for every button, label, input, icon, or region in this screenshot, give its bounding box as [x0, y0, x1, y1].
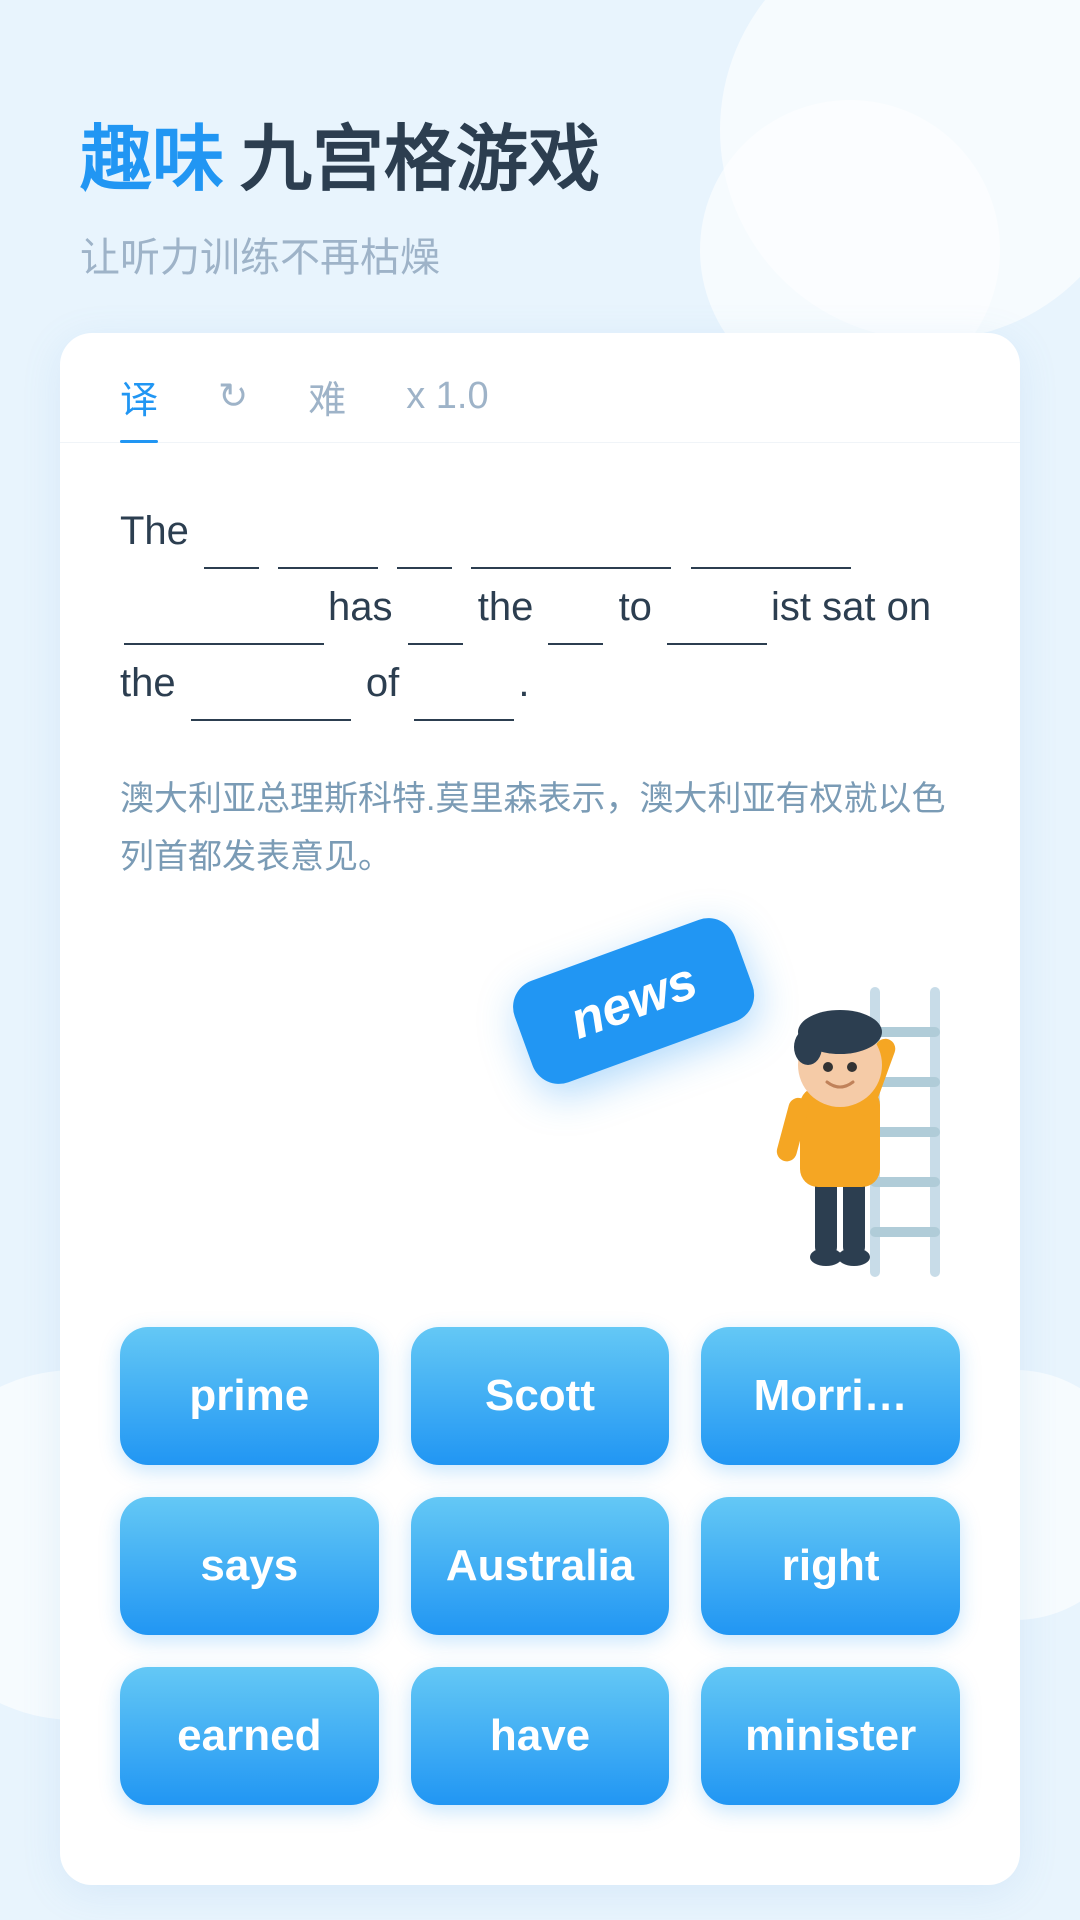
tabs-row: 译 ↻ 难 x 1.0	[60, 333, 1020, 443]
word-btn-australia[interactable]: Australia	[411, 1497, 670, 1635]
title-dark: 九宫格游戏	[240, 100, 600, 205]
word-btn-minister[interactable]: minister	[701, 1667, 960, 1805]
title-blue: 趣味	[80, 100, 224, 205]
blank-5	[691, 567, 851, 569]
blank-6	[124, 643, 324, 645]
word-btn-have[interactable]: have	[411, 1667, 670, 1805]
blank-10	[191, 719, 351, 721]
tab-difficulty[interactable]: 难	[308, 369, 346, 442]
blank-2	[278, 567, 378, 569]
word-grid: prime Scott Morri… says Australia right …	[60, 1267, 1020, 1885]
blank-4	[471, 567, 671, 569]
refresh-icon: ↻	[218, 375, 248, 416]
sentence-text: The has the to ist sat on the of .	[120, 493, 960, 721]
header-subtitle: 让听力训练不再枯燥	[80, 225, 1000, 283]
sentence-area: The has the to ist sat on the of .	[60, 443, 1020, 751]
blank-11	[414, 719, 514, 721]
blank-3	[397, 567, 452, 569]
blank-9	[667, 643, 767, 645]
blank-1	[204, 567, 259, 569]
blank-7	[408, 643, 463, 645]
tab-translate[interactable]: 译	[120, 369, 158, 442]
word-btn-morrison[interactable]: Morri…	[701, 1327, 960, 1465]
word-btn-scott[interactable]: Scott	[411, 1327, 670, 1465]
app-title: 趣味 九宫格游戏	[80, 100, 1000, 205]
illustration-area: news	[60, 927, 1020, 1267]
main-card: 译 ↻ 难 x 1.0 The has the to ist sat on th…	[60, 333, 1020, 1885]
tab-refresh[interactable]: ↻	[218, 375, 248, 436]
blank-8	[548, 643, 603, 645]
header: 趣味 九宫格游戏 让听力训练不再枯燥	[0, 0, 1080, 313]
tab-speed[interactable]: x 1.0	[406, 375, 488, 436]
word-btn-earned[interactable]: earned	[120, 1667, 379, 1805]
translation-text: 澳大利亚总理斯科特.莫里森表示，澳大利亚有权就以色列首都发表意见。	[60, 751, 1020, 927]
word-btn-right[interactable]: right	[701, 1497, 960, 1635]
word-btn-says[interactable]: says	[120, 1497, 379, 1635]
word-btn-prime[interactable]: prime	[120, 1327, 379, 1465]
